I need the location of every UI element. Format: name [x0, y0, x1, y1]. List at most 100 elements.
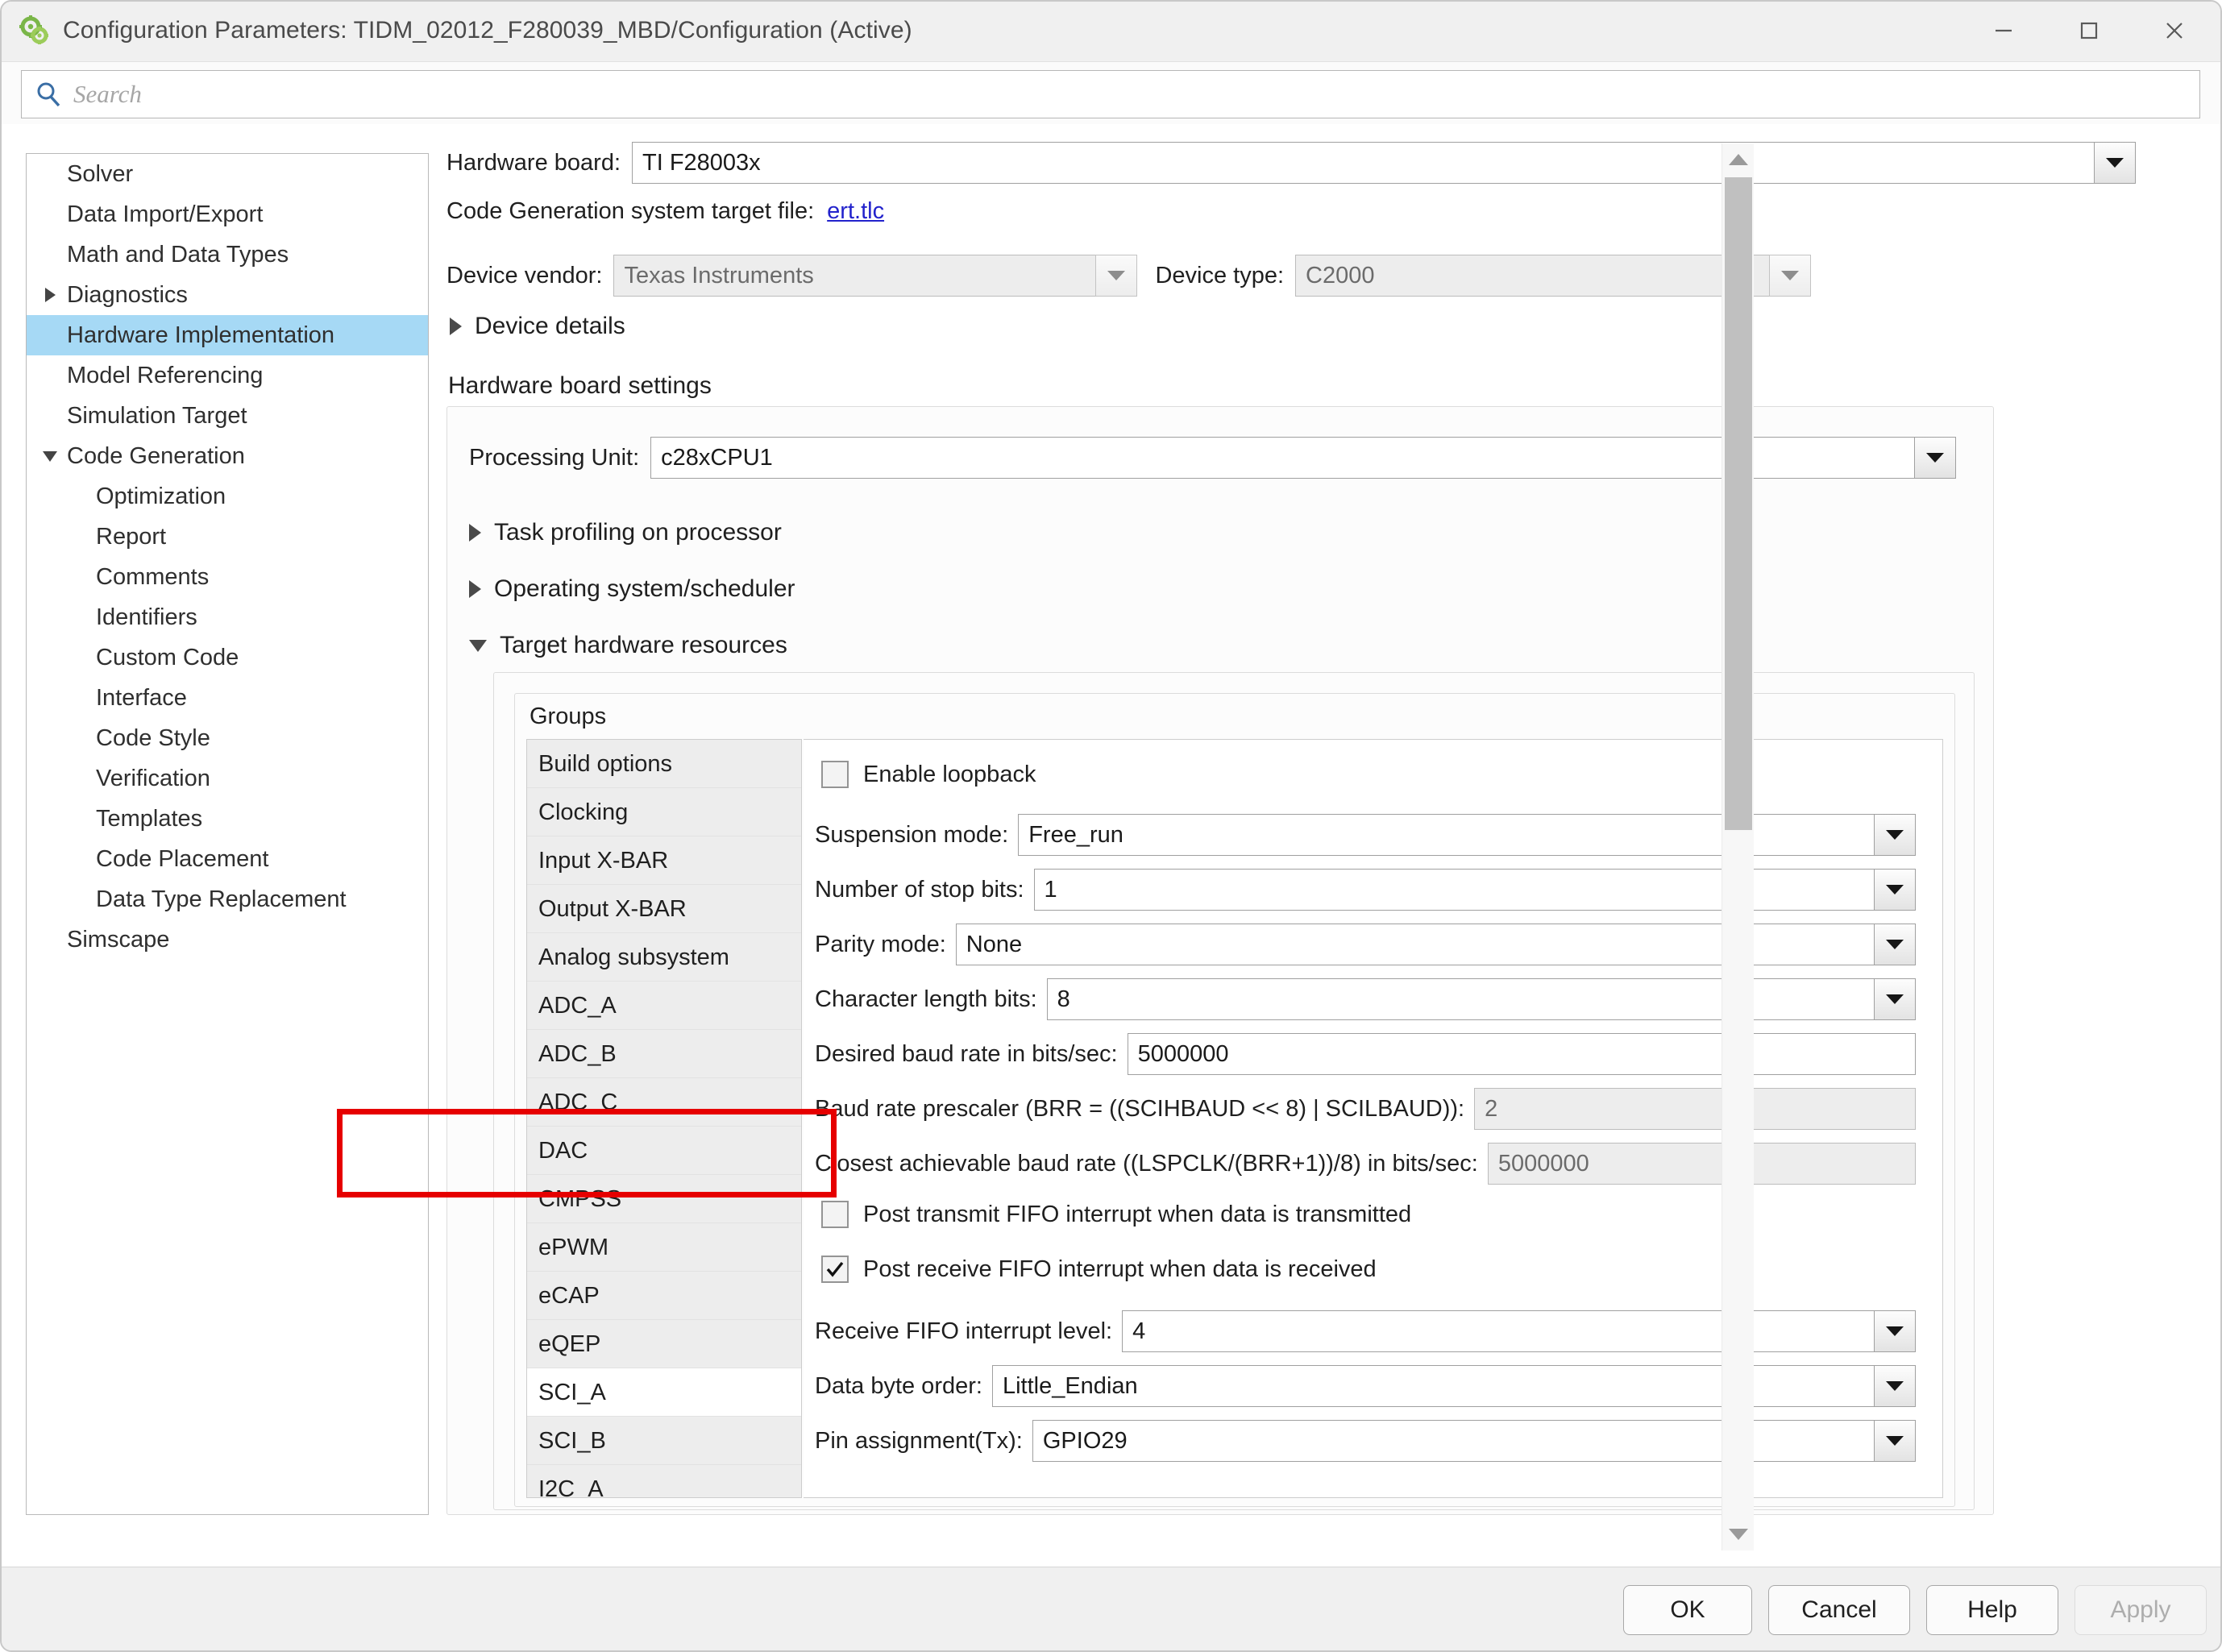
sidebar-item-model-referencing[interactable]: Model Referencing [27, 355, 428, 396]
group-item-build-options[interactable]: Build options [527, 740, 801, 788]
group-item-dac[interactable]: DAC [527, 1127, 801, 1175]
post-transmit-fifo-checkbox[interactable] [821, 1201, 849, 1228]
sidebar-item-label: Simulation Target [67, 402, 247, 429]
chevron-down-icon[interactable] [1874, 869, 1916, 911]
desired-baud-rate-row: Desired baud rate in bits/sec: 5000000 [815, 1033, 1927, 1075]
scrollbar-thumb[interactable] [1725, 177, 1752, 830]
scroll-up-arrow[interactable] [1722, 143, 1755, 176]
target-hardware-resources-disclosure[interactable]: Target hardware resources [469, 632, 787, 659]
group-item-ecap[interactable]: eCAP [527, 1272, 801, 1320]
group-item-analog-subsystem[interactable]: Analog subsystem [527, 933, 801, 982]
group-item-adc-b[interactable]: ADC_B [527, 1030, 801, 1078]
chevron-down-icon[interactable] [1874, 1420, 1916, 1462]
system-target-file-row: Code Generation system target file: ert.… [446, 198, 884, 225]
post-receive-fifo-label: Post receive FIFO interrupt when data is… [863, 1256, 1377, 1282]
group-item-epwm[interactable]: ePWM [527, 1223, 801, 1272]
parity-mode-combo[interactable]: None [955, 924, 1916, 965]
sidebar-item-data-import-export[interactable]: Data Import/Export [27, 194, 428, 235]
search-placeholder: Search [73, 80, 142, 108]
sidebar-item-label: Code Placement [96, 845, 269, 872]
group-item-adc-a[interactable]: ADC_A [527, 982, 801, 1030]
title-bar: Configuration Parameters: TIDM_02012_F28… [2, 2, 2220, 60]
sidebar-item-hardware-implementation[interactable]: Hardware Implementation [27, 315, 428, 355]
sidebar-item-code-placement[interactable]: Code Placement [27, 839, 428, 879]
simulink-gear-icon [19, 15, 50, 46]
search-input[interactable]: Search [21, 70, 2200, 118]
chevron-down-icon[interactable] [1874, 924, 1916, 965]
group-item-eqep[interactable]: eQEP [527, 1320, 801, 1368]
sidebar-item-templates[interactable]: Templates [27, 799, 428, 839]
minimize-button[interactable] [1961, 2, 2046, 60]
settings-tree[interactable]: Solver Data Import/Export Math and Data Ty… [26, 153, 429, 1515]
chevron-right-icon [469, 524, 481, 542]
group-item-sci-a[interactable]: SCI_A [527, 1368, 801, 1417]
desired-baud-rate-input[interactable]: 5000000 [1127, 1033, 1916, 1075]
sidebar-item-identifiers[interactable]: Identifiers [27, 597, 428, 637]
processing-unit-combo[interactable]: c28xCPU1 [650, 437, 1957, 479]
close-button[interactable] [2132, 2, 2217, 60]
scroll-down-arrow[interactable] [1722, 1518, 1755, 1550]
group-item-output-x-bar[interactable]: Output X-BAR [527, 885, 801, 933]
sidebar-item-interface[interactable]: Interface [27, 678, 428, 718]
sidebar-item-code-style[interactable]: Code Style [27, 718, 428, 758]
enable-loopback-checkbox[interactable] [821, 761, 849, 788]
device-details-disclosure[interactable]: Device details [450, 313, 625, 340]
sidebar-item-data-type-replacement[interactable]: Data Type Replacement [27, 879, 428, 919]
group-item-input-x-bar[interactable]: Input X-BAR [527, 836, 801, 885]
hardware-board-combo[interactable]: TI F28003x [632, 142, 2136, 184]
pin-assignment-tx-combo[interactable]: GPIO29 [1032, 1420, 1916, 1462]
chevron-down-icon[interactable] [1874, 814, 1916, 856]
chevron-right-icon[interactable] [38, 286, 62, 304]
chevron-down-icon[interactable] [1874, 1310, 1916, 1352]
group-item-clocking[interactable]: Clocking [527, 788, 801, 836]
receive-fifo-level-combo[interactable]: 4 [1122, 1310, 1916, 1352]
sidebar-item-verification[interactable]: Verification [27, 758, 428, 799]
stop-bits-combo[interactable]: 1 [1033, 869, 1916, 911]
group-item-cmpss[interactable]: CMPSS [527, 1175, 801, 1223]
sidebar-item-diagnostics[interactable]: Diagnostics [27, 275, 428, 315]
pin-assignment-tx-row: Pin assignment(Tx): GPIO29 [815, 1420, 1927, 1462]
chevron-down-icon[interactable] [1914, 437, 1957, 479]
chevron-down-icon[interactable] [1874, 1365, 1916, 1407]
chevron-down-icon[interactable] [2094, 142, 2136, 184]
baud-rate-prescaler-value: 2 [1474, 1088, 1916, 1130]
maximize-button[interactable] [2046, 2, 2132, 60]
group-item-sci-b[interactable]: SCI_B [527, 1417, 801, 1465]
data-byte-order-combo[interactable]: Little_Endian [991, 1365, 1916, 1407]
suspension-mode-combo[interactable]: Free_run [1018, 814, 1916, 856]
sidebar-item-optimization[interactable]: Optimization [27, 476, 428, 517]
stop-bits-label: Number of stop bits: [815, 876, 1024, 903]
hardware-board-value[interactable]: TI F28003x [632, 142, 2094, 184]
receive-fifo-level-value[interactable]: 4 [1122, 1310, 1874, 1352]
content-vertical-scrollbar[interactable] [1722, 143, 1754, 1550]
chevron-down-icon[interactable] [38, 449, 62, 463]
sidebar-item-comments[interactable]: Comments [27, 557, 428, 597]
operating-system-disclosure[interactable]: Operating system/scheduler [469, 575, 795, 603]
sidebar-item-custom-code[interactable]: Custom Code [27, 637, 428, 678]
post-receive-fifo-checkbox[interactable] [821, 1256, 849, 1283]
sidebar-item-simulation-target[interactable]: Simulation Target [27, 396, 428, 436]
sidebar-item-simscape[interactable]: Simscape [27, 919, 428, 960]
sidebar-item-code-generation[interactable]: Code Generation [27, 436, 428, 476]
group-item-i2c-a[interactable]: I2C_A [527, 1465, 801, 1497]
groups-list[interactable]: Build options Clocking Input X-BAR Output X… [526, 739, 802, 1498]
receive-fifo-level-label: Receive FIFO interrupt level: [815, 1318, 1113, 1344]
cancel-button[interactable]: Cancel [1768, 1585, 1910, 1635]
system-target-file-label: Code Generation system target file: [446, 198, 815, 224]
ok-button[interactable]: OK [1623, 1585, 1752, 1635]
sidebar-item-math-and-data-types[interactable]: Math and Data Types [27, 235, 428, 275]
character-length-bits-combo[interactable]: 8 [1046, 978, 1916, 1020]
task-profiling-disclosure[interactable]: Task profiling on processor [469, 519, 782, 546]
system-target-file-link[interactable]: ert.tlc [827, 198, 884, 225]
post-receive-fifo-row[interactable]: Post receive FIFO interrupt when data is… [821, 1256, 1377, 1283]
chevron-down-icon [469, 639, 487, 652]
sidebar-item-solver[interactable]: Solver [27, 154, 428, 194]
receive-fifo-level-row: Receive FIFO interrupt level: 4 [815, 1310, 1927, 1352]
enable-loopback-row[interactable]: Enable loopback [821, 761, 1036, 788]
post-transmit-fifo-row[interactable]: Post transmit FIFO interrupt when data i… [821, 1201, 1411, 1228]
help-button[interactable]: Help [1926, 1585, 2058, 1635]
group-item-adc-c[interactable]: ADC_C [527, 1078, 801, 1127]
stop-bits-row: Number of stop bits: 1 [815, 869, 1927, 911]
sidebar-item-report[interactable]: Report [27, 517, 428, 557]
chevron-down-icon[interactable] [1874, 978, 1916, 1020]
